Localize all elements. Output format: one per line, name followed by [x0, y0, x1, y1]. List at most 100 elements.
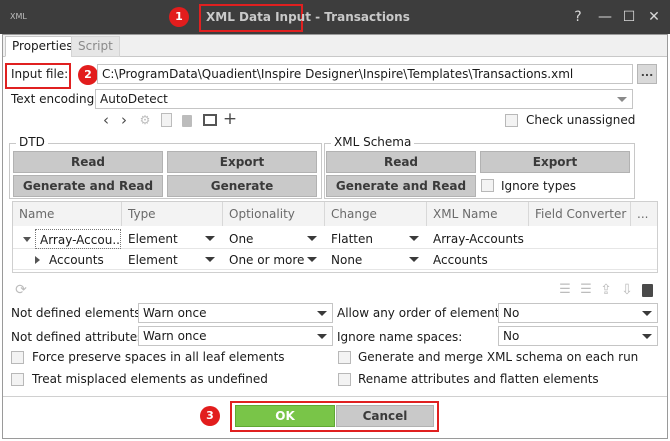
help-icon[interactable]: ?: [569, 8, 587, 26]
table-cell-change[interactable]: Flatten: [327, 229, 424, 249]
schema-export-button[interactable]: Export: [480, 151, 630, 173]
rename-attributes-checkbox[interactable]: [338, 373, 351, 386]
table-cell-type-value: Element: [128, 253, 178, 267]
dtd-generate-and-read-button[interactable]: Generate and Read: [13, 175, 163, 197]
schema-read-button[interactable]: Read: [326, 151, 476, 173]
trash-icon[interactable]: [182, 115, 192, 127]
force-preserve-checkbox[interactable]: [11, 351, 24, 364]
column-header-more[interactable]: ...: [631, 202, 657, 226]
ignore-types-checkbox[interactable]: [481, 179, 494, 192]
align-left-icon[interactable]: ☰: [557, 282, 573, 298]
chevron-down-icon: [205, 257, 215, 262]
chevron-down-icon: [307, 236, 317, 241]
column-header-field-converter[interactable]: Field Converter: [529, 202, 631, 226]
dtd-legend: DTD: [16, 135, 48, 149]
column-header-xml-name[interactable]: XML Name: [427, 202, 529, 226]
dtd-generate-button[interactable]: Generate: [167, 175, 317, 197]
dtd-export-button[interactable]: Export: [167, 151, 317, 173]
chevron-left-icon[interactable]: ‹: [98, 112, 114, 128]
copy-icon[interactable]: [161, 113, 172, 127]
ignore-name-spaces-value: No: [503, 329, 520, 343]
table-cell-optionality[interactable]: One or more: [225, 250, 322, 270]
treat-misplaced-checkbox[interactable]: [11, 373, 24, 386]
not-defined-attributes-label: Not defined attributes:: [11, 330, 148, 344]
chevron-down-icon: [317, 311, 327, 316]
chevron-right-icon[interactable]: ›: [116, 112, 132, 128]
chevron-down-icon: [409, 257, 419, 262]
chevron-down-icon: [205, 236, 215, 241]
column-header-optionality[interactable]: Optionality: [223, 202, 325, 226]
text-encoding-value: AutoDetect: [100, 92, 168, 106]
ignore-name-spaces-select[interactable]: No: [498, 326, 658, 346]
text-encoding-label: Text encoding:: [11, 92, 99, 106]
annotation-badge-1: 1: [169, 7, 189, 27]
settings-icon[interactable]: ⚙: [137, 112, 153, 128]
table-cell-change-value: Flatten: [331, 232, 373, 246]
allow-any-order-value: No: [503, 306, 520, 320]
column-header-type[interactable]: Type: [122, 202, 223, 226]
schema-generate-and-read-button[interactable]: Generate and Read: [326, 175, 476, 197]
table-cell-type[interactable]: Element: [124, 229, 220, 249]
maximize-icon[interactable]: ☐: [620, 8, 638, 26]
dtd-read-button[interactable]: Read: [13, 151, 163, 173]
check-unassigned-checkbox[interactable]: [505, 114, 518, 127]
not-defined-elements-select[interactable]: Warn once: [138, 303, 333, 323]
annotation-badge-3: 3: [200, 406, 220, 426]
input-file-field[interactable]: C:\ProgramData\Quadient\Inspire Designer…: [97, 64, 633, 84]
check-unassigned-label: Check unassigned: [526, 113, 636, 127]
not-defined-elements-label: Not defined elements:: [11, 306, 145, 320]
footer-divider: [3, 396, 667, 397]
chevron-down-icon: [317, 334, 327, 339]
generate-merge-checkbox[interactable]: [338, 351, 351, 364]
treat-misplaced-label: Treat misplaced elements as undefined: [32, 372, 268, 386]
allow-any-order-select[interactable]: No: [498, 303, 658, 323]
table-cell-type-value: Element: [128, 232, 178, 246]
import-icon[interactable]: [203, 114, 217, 126]
add-icon[interactable]: +: [222, 111, 238, 128]
move-down-icon[interactable]: ⇩: [619, 282, 635, 298]
table-cell-type[interactable]: Element: [124, 250, 220, 270]
table-cell-optionality[interactable]: One: [225, 229, 322, 249]
chevron-down-icon: [642, 334, 652, 339]
refresh-icon[interactable]: ⟳: [13, 282, 29, 298]
tab-properties[interactable]: Properties: [5, 36, 80, 57]
annotation-badge-2: 2: [78, 65, 98, 85]
table-cell-name[interactable]: Accounts: [45, 250, 121, 270]
table-cell-optionality-value: One: [229, 232, 254, 246]
chevron-down-icon: [307, 257, 317, 262]
minimize-icon[interactable]: —: [596, 8, 614, 26]
app-logo: XML: [10, 12, 27, 21]
chevron-down-icon: [409, 236, 419, 241]
window-title: XML Data Input - Transactions: [206, 10, 410, 24]
not-defined-attributes-select[interactable]: Warn once: [138, 326, 333, 346]
ok-button[interactable]: OK: [235, 405, 335, 427]
align-right-icon[interactable]: ☰: [578, 282, 594, 298]
text-encoding-select[interactable]: AutoDetect: [95, 89, 633, 109]
window-title-main: XML Data Input: [206, 10, 311, 24]
delete-icon[interactable]: [642, 284, 653, 297]
force-preserve-label: Force preserve spaces in all leaf elemen…: [32, 350, 285, 364]
tab-script[interactable]: Script: [71, 36, 120, 57]
table-cell-optionality-value: One or more: [229, 253, 305, 267]
generate-merge-label: Generate and merge XML schema on each ru…: [358, 350, 639, 364]
column-header-change[interactable]: Change: [325, 202, 427, 226]
chevron-down-icon: [642, 311, 652, 316]
table-cell-change[interactable]: None: [327, 250, 424, 270]
chevron-down-icon: [617, 97, 627, 102]
expand-right-icon[interactable]: [35, 256, 40, 264]
move-up-icon[interactable]: ⇪: [598, 282, 614, 298]
table-cell-name[interactable]: Array-Accou...: [35, 229, 121, 249]
allow-any-order-label: Allow any order of elements:: [337, 306, 510, 320]
ignore-types-label: Ignore types: [501, 179, 577, 193]
table-cell-xml-name[interactable]: Accounts: [429, 250, 527, 270]
cancel-button[interactable]: Cancel: [336, 405, 434, 427]
window-title-rest: - Transactions: [310, 10, 410, 24]
browse-button[interactable]: ...: [637, 64, 657, 84]
ignore-name-spaces-label: Ignore name spaces:: [337, 330, 463, 344]
table-cell-xml-name[interactable]: Array-Accounts: [429, 229, 527, 249]
not-defined-attributes-value: Warn once: [143, 329, 207, 343]
not-defined-elements-value: Warn once: [143, 306, 207, 320]
column-header-name[interactable]: Name: [13, 202, 122, 226]
expand-down-icon[interactable]: [23, 237, 31, 242]
close-icon[interactable]: ✕: [645, 8, 663, 26]
